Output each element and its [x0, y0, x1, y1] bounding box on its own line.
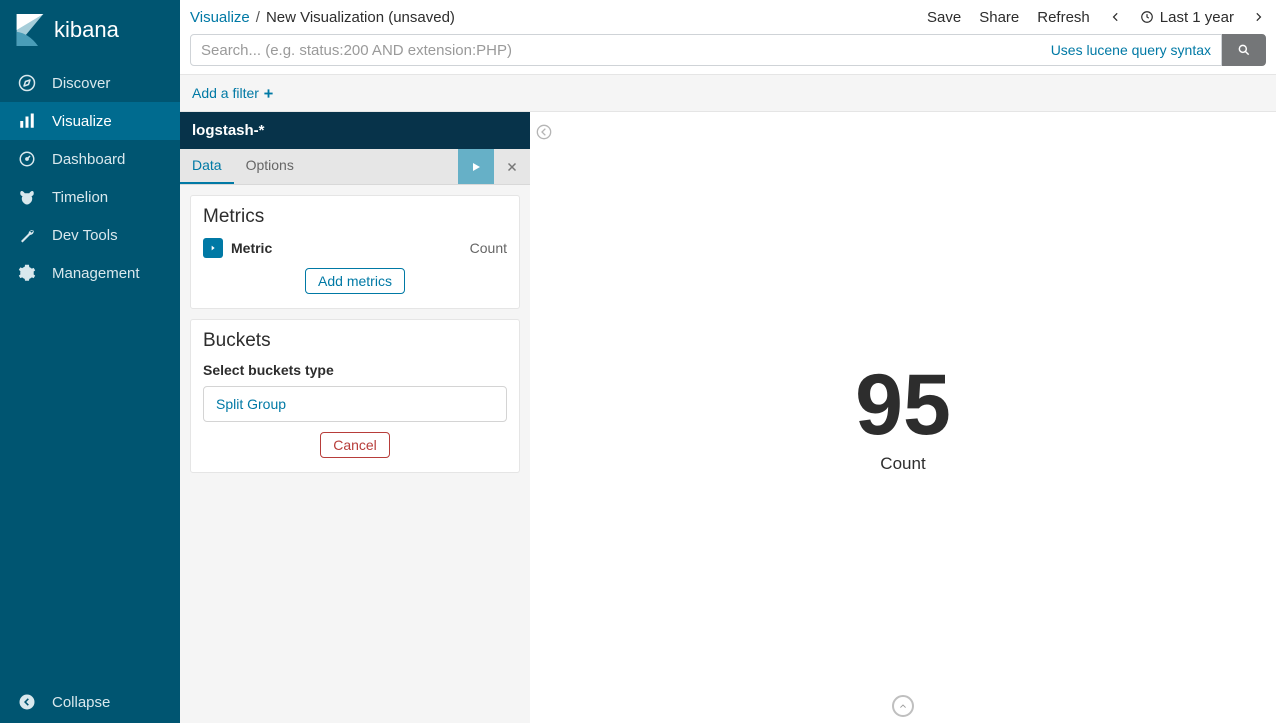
- config-panel: logstash-* Data Options Metrics: [180, 112, 530, 723]
- buckets-subtitle: Select buckets type: [203, 362, 507, 378]
- sidebar-item-label: Management: [52, 265, 140, 282]
- plus-icon: [263, 88, 274, 99]
- gear-icon: [18, 264, 36, 282]
- sidebar-item-management[interactable]: Management: [0, 254, 180, 292]
- breadcrumb-sep: /: [256, 9, 260, 26]
- buckets-title: Buckets: [203, 330, 507, 352]
- cancel-button[interactable]: Cancel: [320, 432, 390, 458]
- time-picker[interactable]: Last 1 year: [1140, 9, 1234, 26]
- topbar: Visualize / New Visualization (unsaved) …: [180, 0, 1276, 30]
- kibana-logo-icon: [16, 14, 44, 46]
- metrics-card: Metrics Metric Count Add metrics: [190, 195, 520, 309]
- add-filter-label: Add a filter: [192, 85, 259, 101]
- metric-label: Metric: [231, 240, 272, 256]
- chevron-up-icon: [898, 701, 908, 711]
- time-prev-icon[interactable]: [1108, 10, 1122, 24]
- clock-icon: [1140, 10, 1154, 24]
- panel-collapse-handle[interactable]: [534, 122, 554, 142]
- add-metrics-button[interactable]: Add metrics: [305, 268, 405, 294]
- sidebar-item-label: Visualize: [52, 113, 112, 130]
- viz-canvas: 95 Count: [530, 112, 1276, 723]
- top-actions: Save Share Refresh Last 1 year: [927, 9, 1266, 26]
- collapse-label: Collapse: [52, 694, 110, 711]
- index-pattern-bar[interactable]: logstash-*: [180, 112, 530, 149]
- time-range-label: Last 1 year: [1160, 9, 1234, 26]
- metrics-title: Metrics: [203, 206, 507, 228]
- metric-caption: Count: [855, 454, 951, 474]
- close-icon: [506, 161, 518, 173]
- apply-button[interactable]: [458, 149, 494, 184]
- chevron-left-circle-icon: [536, 124, 552, 140]
- config-tabs: Data Options: [180, 149, 530, 185]
- tab-options[interactable]: Options: [234, 149, 306, 184]
- breadcrumb-current: New Visualization (unsaved): [266, 9, 455, 26]
- search-icon: [1237, 43, 1251, 57]
- sidebar-item-label: Discover: [52, 75, 110, 92]
- metric-display: 95 Count: [855, 362, 951, 474]
- search-input[interactable]: [201, 42, 1041, 59]
- sidebar-collapse[interactable]: Collapse: [0, 681, 180, 723]
- sidebar-item-timelion[interactable]: Timelion: [0, 178, 180, 216]
- timelion-icon: [18, 188, 36, 206]
- sidebar-item-devtools[interactable]: Dev Tools: [0, 216, 180, 254]
- search-button[interactable]: [1222, 34, 1266, 66]
- nav-list: Discover Visualize Dashboard Timelion De…: [0, 64, 180, 292]
- gauge-icon: [18, 150, 36, 168]
- tab-data[interactable]: Data: [180, 149, 234, 184]
- search-hint[interactable]: Uses lucene query syntax: [1051, 42, 1211, 58]
- compass-icon: [18, 74, 36, 92]
- breadcrumb-root[interactable]: Visualize: [190, 9, 250, 26]
- main: Visualize / New Visualization (unsaved) …: [180, 0, 1276, 723]
- metric-row: Metric Count: [203, 238, 507, 258]
- sidebar: kibana Discover Visualize Dashboard Time…: [0, 0, 180, 723]
- bucket-type-option[interactable]: Split Group: [203, 386, 507, 422]
- body-row: logstash-* Data Options Metrics: [180, 112, 1276, 723]
- refresh-action[interactable]: Refresh: [1037, 9, 1090, 26]
- sidebar-item-label: Dashboard: [52, 151, 125, 168]
- sidebar-brand[interactable]: kibana: [0, 0, 180, 64]
- metric-value: 95: [855, 362, 951, 448]
- bar-chart-icon: [18, 112, 36, 130]
- breadcrumb: Visualize / New Visualization (unsaved): [190, 9, 455, 26]
- play-icon: [470, 161, 482, 173]
- metric-toggle[interactable]: [203, 238, 223, 258]
- caret-right-icon: [209, 244, 217, 252]
- brand-title: kibana: [54, 17, 119, 43]
- sidebar-item-dashboard[interactable]: Dashboard: [0, 140, 180, 178]
- sidebar-item-visualize[interactable]: Visualize: [0, 102, 180, 140]
- discard-button[interactable]: [494, 149, 530, 184]
- metric-type: Count: [470, 240, 507, 256]
- buckets-card: Buckets Select buckets type Split Group …: [190, 319, 520, 473]
- filter-bar: Add a filter: [180, 74, 1276, 112]
- sidebar-item-discover[interactable]: Discover: [0, 64, 180, 102]
- wrench-icon: [18, 226, 36, 244]
- time-next-icon[interactable]: [1252, 10, 1266, 24]
- add-filter-link[interactable]: Add a filter: [192, 85, 274, 101]
- search-box: Uses lucene query syntax: [190, 34, 1222, 66]
- sidebar-item-label: Dev Tools: [52, 227, 118, 244]
- config-cards: Metrics Metric Count Add metrics Buckets…: [180, 185, 530, 483]
- share-action[interactable]: Share: [979, 9, 1019, 26]
- arrow-left-circle-icon: [18, 693, 36, 711]
- search-row: Uses lucene query syntax: [180, 30, 1276, 74]
- scroll-top-button[interactable]: [892, 695, 914, 717]
- save-action[interactable]: Save: [927, 9, 961, 26]
- sidebar-item-label: Timelion: [52, 189, 108, 206]
